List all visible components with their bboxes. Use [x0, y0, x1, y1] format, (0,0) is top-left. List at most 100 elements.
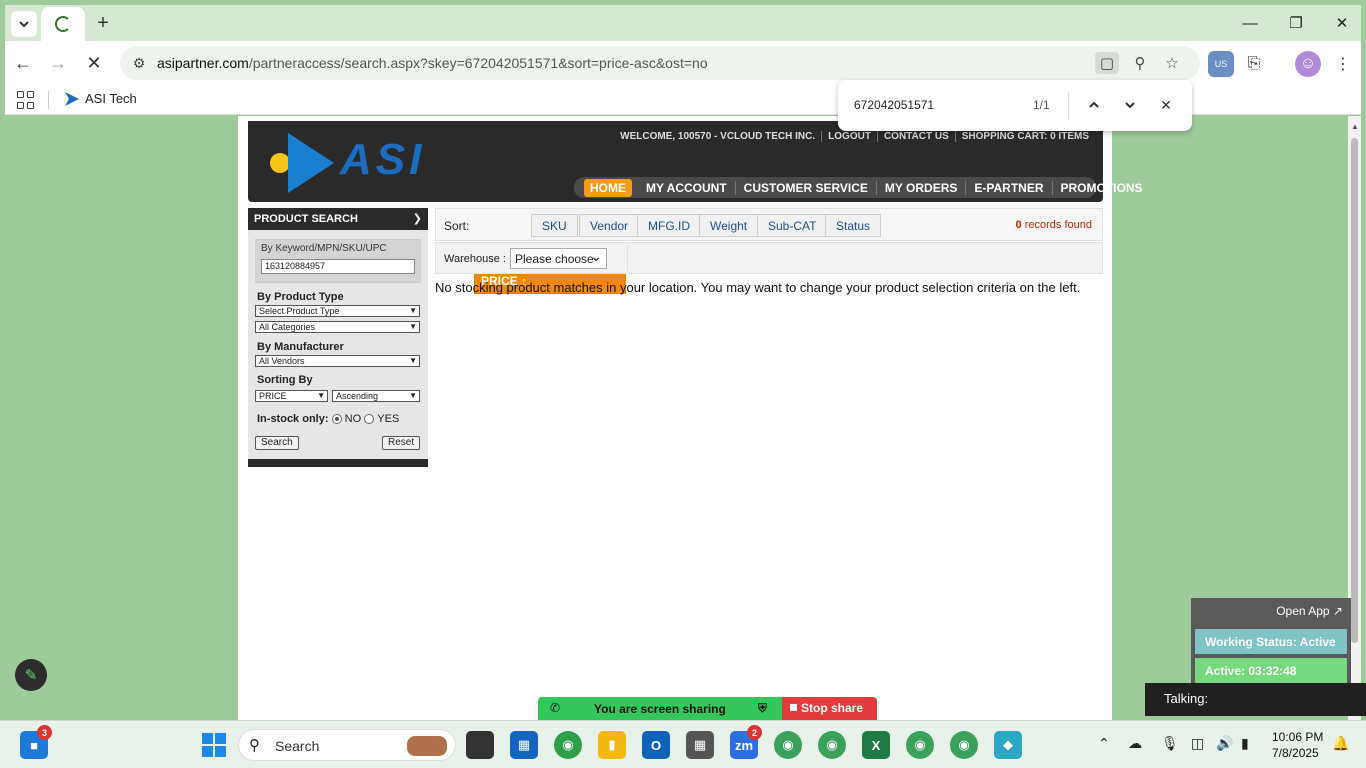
- url-text[interactable]: asipartner.com/partneraccess/search.aspx…: [157, 55, 708, 71]
- chrome-profile-icon-4[interactable]: ◉: [950, 731, 978, 759]
- nav-e-partner[interactable]: E-PARTNER: [965, 180, 1051, 195]
- vendors-select[interactable]: All Vendors: [255, 355, 420, 367]
- file-explorer-icon[interactable]: ▮: [598, 731, 626, 759]
- close-window-button[interactable]: ✕: [1319, 9, 1365, 37]
- loading-icon: [55, 16, 71, 32]
- widgets-icon[interactable]: ■ 3: [20, 725, 52, 759]
- nav-promotions[interactable]: PROMOTIONS: [1051, 180, 1151, 195]
- browser-menu-icon[interactable]: ⋮: [1330, 51, 1356, 77]
- forward-button[interactable]: →: [44, 49, 72, 77]
- new-tab-button[interactable]: +: [91, 11, 115, 35]
- excel-icon[interactable]: X: [862, 731, 890, 759]
- page-viewport: [5, 116, 1348, 720]
- extensions-icon[interactable]: ⎘: [1241, 51, 1267, 77]
- find-previous-button[interactable]: [1082, 93, 1106, 117]
- chrome-profile-icon-1[interactable]: ◉: [774, 731, 802, 759]
- find-in-page-icon[interactable]: ▢: [1095, 52, 1119, 74]
- browser-tab[interactable]: [41, 7, 85, 41]
- edit-floating-button[interactable]: ✎: [15, 659, 47, 691]
- app-diamond-icon[interactable]: ◆: [994, 731, 1022, 759]
- site-settings-icon[interactable]: ⚙: [130, 54, 148, 72]
- contact-us-link[interactable]: CONTACT US: [876, 131, 955, 142]
- zoom-app-icon[interactable]: zm 2: [730, 725, 762, 759]
- warehouse-select[interactable]: Please choose: [510, 248, 607, 269]
- network-icon[interactable]: ◫: [1191, 735, 1204, 752]
- product-search-panel: PRODUCT SEARCH ❯ By Keyword/MPN/SKU/UPC …: [248, 208, 428, 467]
- find-input[interactable]: 672042051571: [854, 98, 934, 112]
- windows-logo-icon: [202, 733, 226, 757]
- close-icon: ✕: [1335, 15, 1349, 32]
- tab-search-dropdown[interactable]: [11, 11, 37, 37]
- phone-icon: ✆: [550, 701, 561, 715]
- apps-grid-icon[interactable]: [17, 91, 35, 109]
- tray-overflow-icon[interactable]: ⌃: [1098, 735, 1110, 752]
- find-match-count: 1/1: [1033, 98, 1050, 112]
- microphone-icon[interactable]: 🎙: [1161, 735, 1179, 752]
- minimize-button[interactable]: —: [1227, 9, 1273, 37]
- bookmark-asi-tech[interactable]: ASI Tech: [63, 91, 137, 106]
- battery-icon[interactable]: ▮: [1241, 735, 1249, 752]
- sort-status-button[interactable]: Status: [825, 214, 882, 237]
- find-close-button[interactable]: ✕: [1154, 93, 1178, 117]
- product-type-select[interactable]: Select Product Type: [255, 305, 420, 317]
- bookmark-divider: [48, 91, 49, 109]
- nav-my-account[interactable]: MY ACCOUNT: [638, 181, 735, 195]
- records-text: records found: [1024, 219, 1092, 231]
- nav-my-orders[interactable]: MY ORDERS: [875, 180, 965, 195]
- product-search-header[interactable]: PRODUCT SEARCH ❯: [248, 208, 428, 230]
- sort-sku-button[interactable]: SKU: [531, 214, 578, 237]
- shopping-cart-link[interactable]: SHOPPING CART: 0 ITEMS: [954, 131, 1095, 142]
- chrome-icon[interactable]: ◉: [554, 731, 582, 759]
- taskbar-clock[interactable]: 10:06 PM 7/8/2025: [1272, 729, 1323, 761]
- start-button[interactable]: [200, 731, 228, 759]
- records-count: 0: [1015, 219, 1022, 231]
- store-icon[interactable]: ▦: [510, 731, 538, 759]
- sort-vendor-button[interactable]: Vendor: [579, 214, 640, 237]
- reset-button[interactable]: Reset: [382, 436, 421, 450]
- sort-weight-button[interactable]: Weight: [699, 214, 759, 237]
- back-button[interactable]: ←: [9, 49, 37, 77]
- sort-field-select[interactable]: PRICE: [255, 390, 328, 402]
- search-button[interactable]: Search: [255, 436, 299, 450]
- instock-yes-radio[interactable]: [364, 414, 375, 425]
- chrome-profile-icon-2[interactable]: ◉: [818, 731, 846, 759]
- sort-subcat-button[interactable]: Sub-CAT: [757, 214, 828, 237]
- taskbar-search-label: Search: [275, 738, 320, 754]
- instock-yes-label: YES: [377, 413, 400, 425]
- scroll-thumb[interactable]: [1351, 138, 1358, 643]
- cloud-offline-icon[interactable]: ☁: [1128, 735, 1142, 752]
- outlook-icon[interactable]: O: [642, 731, 670, 759]
- stop-loading-button[interactable]: ✕: [80, 49, 108, 77]
- instock-label: In-stock only:: [257, 413, 329, 425]
- restore-button[interactable]: ❐: [1273, 9, 1319, 37]
- url-host: asipartner.com: [157, 55, 249, 71]
- find-bar: 672042051571 1/1 ✕: [838, 80, 1192, 131]
- calculator-icon[interactable]: ▦: [686, 731, 714, 759]
- chrome-profile-icon-3[interactable]: ◉: [906, 731, 934, 759]
- logo-chevron: [288, 133, 334, 193]
- scroll-up-icon[interactable]: ▲: [1351, 122, 1359, 131]
- sort-mfgid-button[interactable]: MFG.ID: [637, 214, 701, 237]
- warehouse-divider: [627, 245, 628, 271]
- profile-avatar[interactable]: ☺: [1295, 51, 1321, 77]
- nav-customer-service[interactable]: CUSTOMER SERVICE: [734, 180, 876, 195]
- task-view-icon[interactable]: [466, 731, 494, 759]
- nav-home[interactable]: HOME: [584, 178, 632, 197]
- open-app-link[interactable]: Open App ↗: [1276, 604, 1343, 618]
- bookmark-star-icon[interactable]: ☆: [1160, 52, 1184, 74]
- find-divider: [1068, 92, 1069, 120]
- keyword-box: By Keyword/MPN/SKU/UPC 163120884957: [255, 239, 421, 283]
- notification-icon[interactable]: 🔔: [1332, 735, 1349, 752]
- taskbar-search[interactable]: ⚲ Search: [238, 729, 456, 761]
- stop-share-button[interactable]: Stop share: [782, 697, 877, 720]
- translate-extension-icon[interactable]: US: [1208, 51, 1234, 77]
- instock-no-radio[interactable]: [331, 414, 342, 425]
- zoom-icon[interactable]: ⚲: [1128, 52, 1152, 74]
- find-next-button[interactable]: [1118, 93, 1142, 117]
- sort-order-select[interactable]: Ascending: [332, 390, 420, 402]
- categories-select[interactable]: All Categories: [255, 321, 420, 333]
- logout-link[interactable]: LOGOUT: [821, 131, 877, 142]
- volume-icon[interactable]: 🔊: [1216, 735, 1233, 752]
- address-bar[interactable]: ⚙ asipartner.com/partneraccess/search.as…: [120, 46, 1200, 80]
- keyword-input[interactable]: 163120884957: [261, 259, 415, 274]
